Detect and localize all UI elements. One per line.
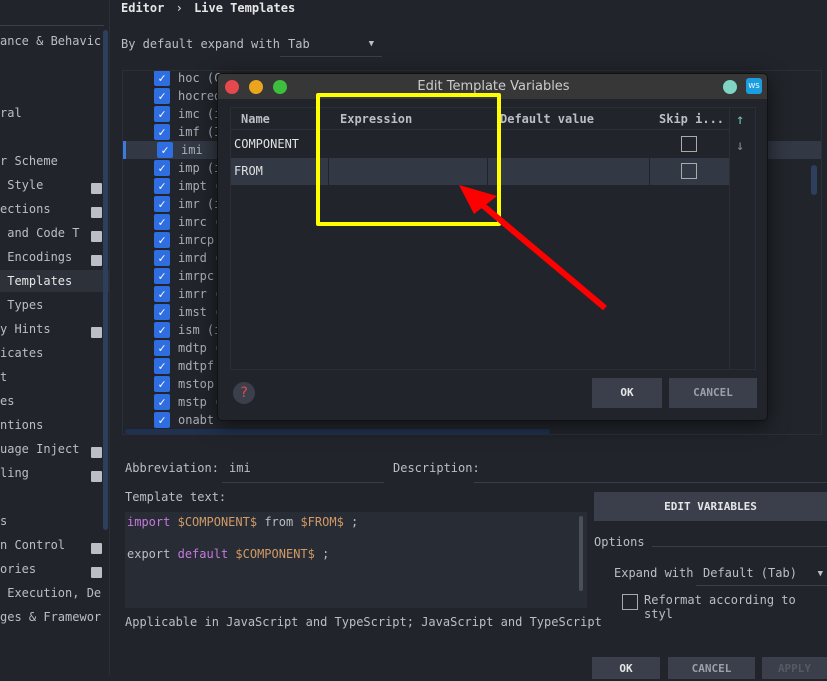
- arrow-shaft: [478, 200, 607, 311]
- annotation-arrow: [459, 185, 607, 311]
